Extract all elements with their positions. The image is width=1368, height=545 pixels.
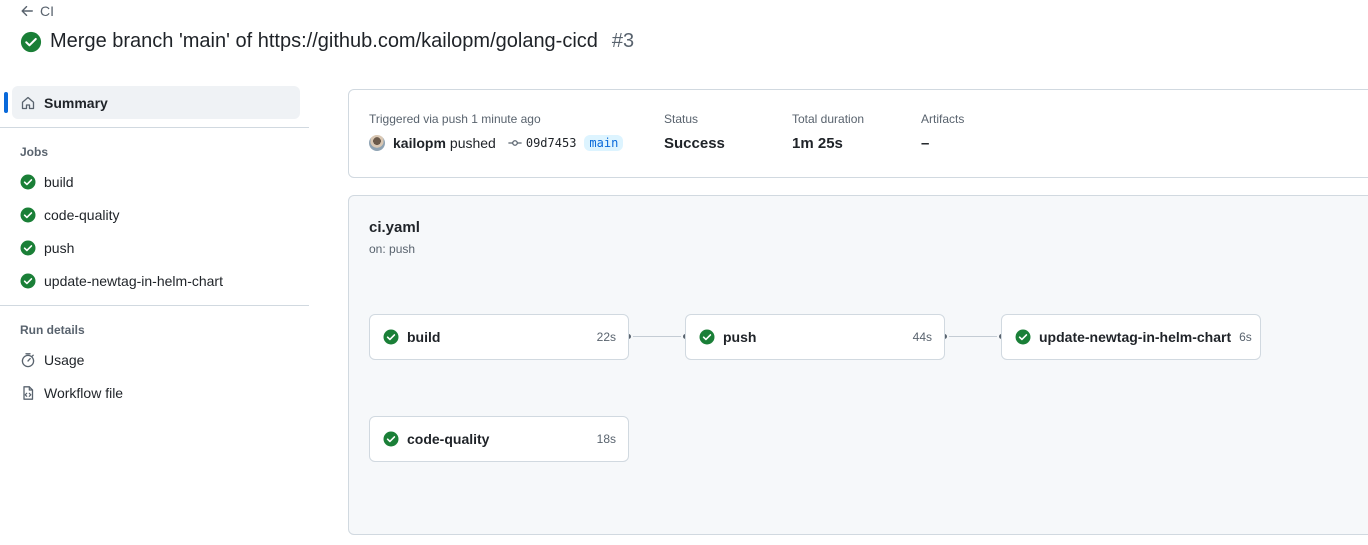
sidebar-item-label: Summary (44, 94, 108, 111)
run-summary-card: Triggered via push 1 minute ago kailopm … (348, 89, 1368, 178)
success-check-icon (20, 240, 36, 255)
success-check-icon (20, 174, 36, 189)
divider (0, 305, 309, 306)
job-duration: 18s (596, 432, 616, 446)
status-value: Success (664, 135, 725, 152)
page-title: Merge branch 'main' of https://github.co… (50, 30, 598, 52)
workflow-graph: ci.yaml on: push build 22s push 44s upda… (348, 195, 1368, 535)
run-number: #3 (611, 30, 635, 52)
sidebar-job-update-newtag-in-helm-chart[interactable]: update-newtag-in-helm-chart (0, 264, 309, 297)
artifacts-label: Artifacts (921, 112, 965, 126)
job-duration: 22s (596, 330, 616, 344)
job-label: push (44, 239, 75, 256)
job-node-update-newtag-in-helm-chart[interactable]: update-newtag-in-helm-chart 6s (1001, 314, 1261, 360)
duration-value: 1m 25s (792, 135, 843, 152)
run-details-section-title: Run details (20, 323, 85, 337)
job-node-code-quality[interactable]: code-quality 18s (369, 416, 629, 462)
trigger-label: Triggered via push 1 minute ago (369, 112, 541, 126)
file-code-icon (23, 385, 34, 400)
sidebar-item-summary[interactable]: Summary (4, 86, 300, 119)
job-label: update-newtag-in-helm-chart (44, 272, 223, 289)
sidebar-job-push[interactable]: push (0, 231, 309, 264)
stopwatch-icon (21, 352, 35, 367)
status-label: Status (664, 112, 699, 126)
duration-label: Total duration (792, 112, 865, 126)
divider (0, 127, 309, 128)
duration-column: Total duration 1m 25s (792, 112, 864, 152)
success-check-icon (383, 431, 399, 447)
workflow-file-name: ci.yaml (369, 219, 420, 236)
job-name: update-newtag-in-helm-chart (1039, 329, 1232, 345)
sidebar-job-build[interactable]: build (0, 165, 309, 198)
commit-link[interactable]: 09d7453 (508, 136, 577, 150)
run-title-row: Merge branch 'main' of https://github.co… (20, 30, 634, 53)
job-label: build (44, 173, 74, 190)
artifacts-value: – (921, 135, 930, 152)
back-link-label: CI (40, 3, 54, 19)
home-icon (21, 96, 35, 109)
job-connector (629, 336, 686, 337)
action-text: pushed (449, 135, 496, 151)
job-name: push (723, 329, 757, 345)
job-name: build (407, 329, 441, 345)
status-column: Status Success (664, 112, 725, 152)
job-duration: 44s (912, 330, 932, 344)
arrow-left-icon (21, 5, 33, 17)
avatar[interactable] (369, 135, 385, 151)
success-check-icon (20, 31, 42, 52)
sidebar: Summary Jobs build code-quality push upd… (0, 86, 309, 409)
commit-sha: 09d7453 (525, 136, 577, 150)
sidebar-job-code-quality[interactable]: code-quality (0, 198, 309, 231)
job-connector (945, 336, 1002, 337)
sidebar-item-usage[interactable]: Usage (0, 343, 309, 376)
success-check-icon (383, 329, 399, 345)
success-check-icon (699, 329, 715, 345)
success-check-icon (20, 273, 36, 288)
sidebar-item-label: Workflow file (44, 384, 124, 401)
sidebar-item-label: Usage (44, 351, 85, 368)
sidebar-item-workflow-file[interactable]: Workflow file (0, 376, 309, 409)
git-commit-icon (508, 140, 522, 146)
success-check-icon (1015, 329, 1031, 345)
back-to-workflow-link[interactable]: CI (20, 3, 54, 19)
job-node-push[interactable]: push 44s (685, 314, 945, 360)
actor-link[interactable]: kailopm (393, 135, 446, 151)
trigger-column: Triggered via push 1 minute ago kailopm … (369, 112, 624, 151)
workflow-trigger: on: push (369, 242, 416, 256)
success-check-icon (20, 207, 36, 222)
job-node-build[interactable]: build 22s (369, 314, 629, 360)
artifacts-column: Artifacts – (921, 112, 964, 152)
jobs-section-title: Jobs (20, 145, 49, 159)
job-duration: 6s (1239, 330, 1252, 344)
trigger-line: kailopm pushed 09d7453 main (369, 135, 624, 151)
job-label: code-quality (44, 206, 120, 223)
job-name: code-quality (407, 431, 490, 447)
branch-badge[interactable]: main (584, 135, 624, 151)
